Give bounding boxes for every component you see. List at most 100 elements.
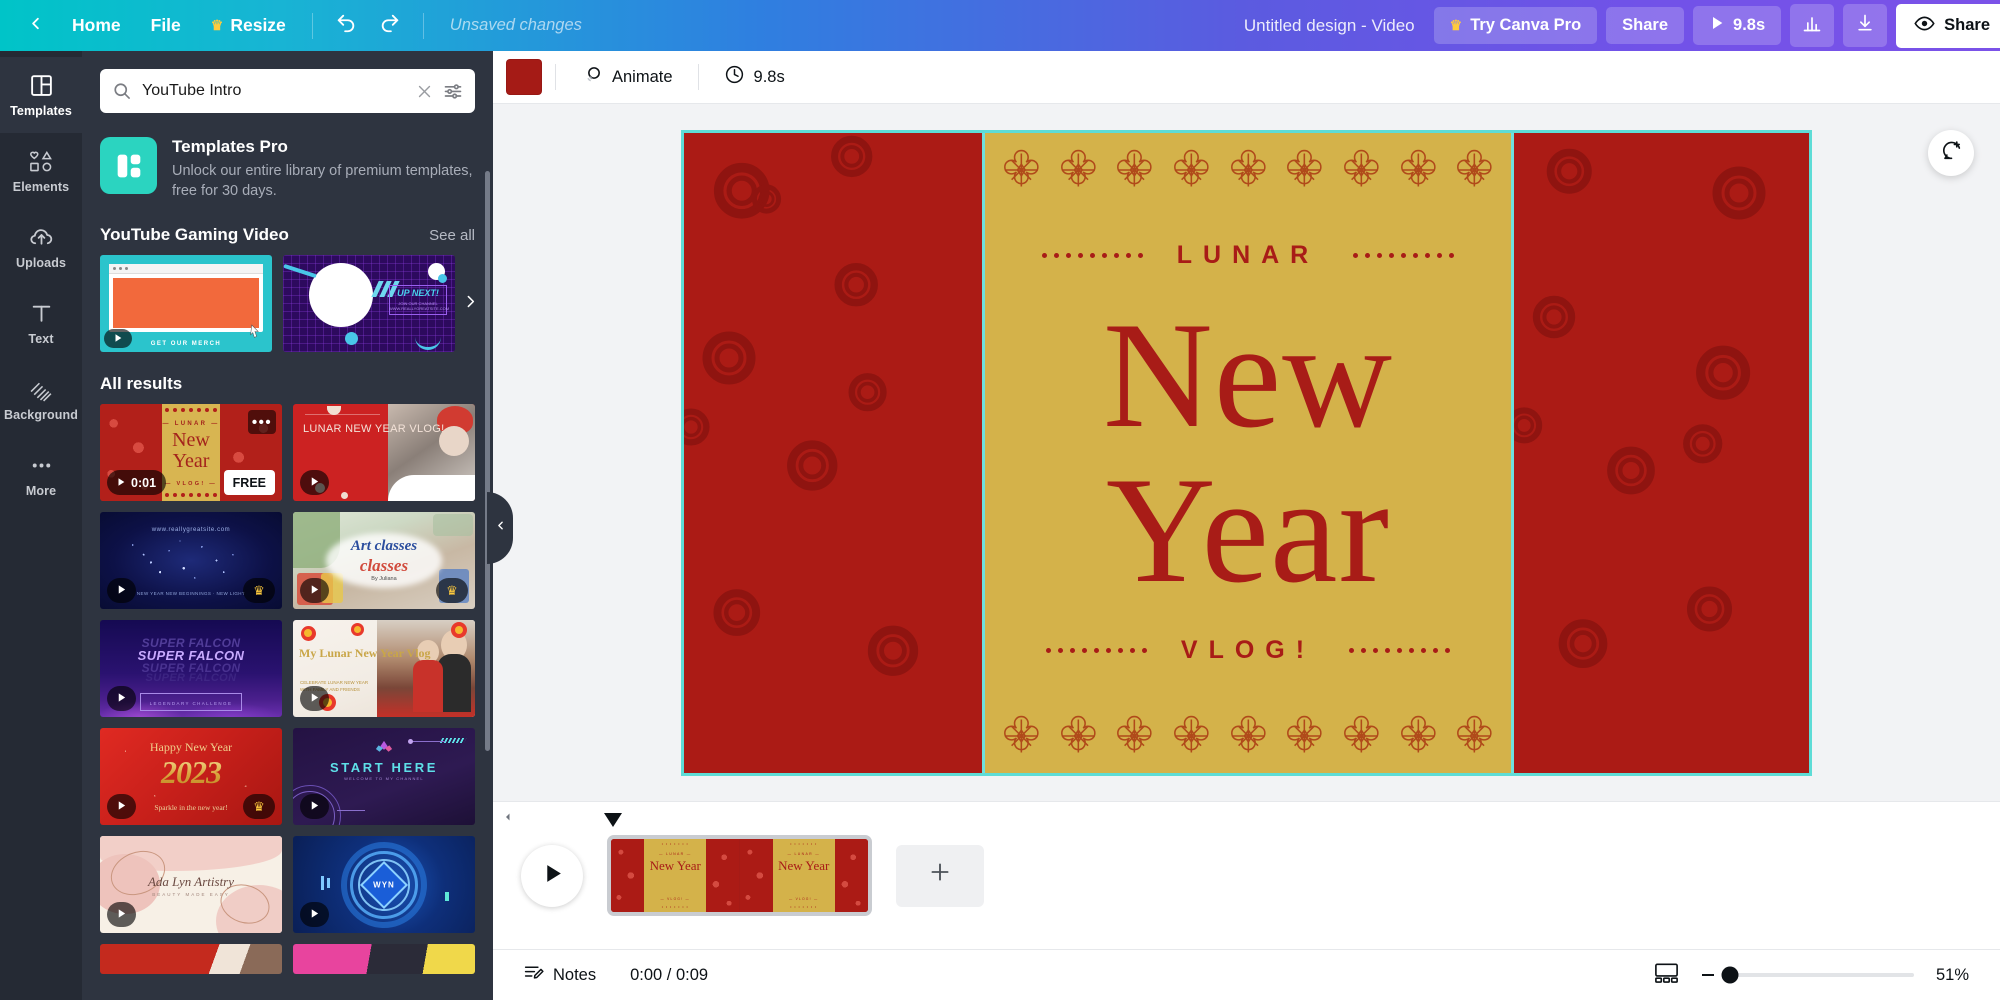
zoom-slider[interactable] [1724,973,1914,977]
home-button[interactable]: Home [58,7,135,44]
back-button[interactable] [14,7,56,45]
toolbar-divider [312,13,313,39]
download-icon [1855,13,1875,38]
sidebar-item-elements[interactable]: Elements [0,133,82,209]
template-card-happy-new-year-2023[interactable]: Happy New Year 2023 Sparkle in the new y… [100,728,282,825]
section-title: YouTube Gaming Video [100,225,289,245]
templates-pro-promo[interactable]: Templates Pro Unlock our entire library … [82,123,493,207]
play-icon [116,584,127,598]
timeline-play-button[interactable] [521,845,583,907]
template-card-super-falcon[interactable]: SUPER FALCON SUPER FALCON SUPER FALCON S… [100,620,282,717]
undo-icon [335,12,357,39]
play-badge [107,578,136,603]
kicker-bottom[interactable]: VLOG! [985,636,1511,665]
template-card-blue-particles[interactable]: www.reallygreatsite.com NEW YEAR NEW BEG… [100,512,282,609]
design-canvas[interactable]: LUNAR New Year VLOG! [684,133,1809,773]
search-box[interactable] [100,69,475,113]
panel-scrollbar[interactable] [485,171,490,751]
design-title-text[interactable]: New Year [985,297,1511,607]
unsaved-status: Unsaved changes [450,16,582,35]
play-duration-button[interactable]: 9.8s [1693,6,1781,45]
notes-label: Notes [553,966,596,985]
firework-svg-left [684,133,982,773]
search-input[interactable] [142,82,406,100]
template-card-partial-red[interactable] [100,944,282,974]
sidebar-item-more[interactable]: More [0,437,82,513]
see-all-link[interactable]: See all [429,227,475,244]
play-badge [104,329,132,348]
minus-icon[interactable] [1702,974,1714,976]
toolbar-divider-2 [423,13,424,39]
zoom-slider-knob[interactable] [1722,967,1739,984]
templates-pro-icon [100,137,157,194]
play-badge [107,902,136,927]
toolbar-divider [555,64,556,90]
design-center-card[interactable]: LUNAR New Year VLOG! [982,133,1514,773]
clear-search-icon[interactable] [416,83,433,100]
redo-button[interactable] [369,7,411,45]
color-swatch-button[interactable] [506,59,542,95]
playhead-marker[interactable] [604,813,622,831]
filter-sliders-icon[interactable] [443,81,463,101]
download-button[interactable] [1843,4,1887,47]
carousel-item-up-next-template[interactable]: UP NEXT! JOIN OUR CHANNELWWW.REALLYGREAT… [283,255,455,352]
template-card-art-classes[interactable]: Art classes classes By Juliana ♛ [293,512,475,609]
animate-button[interactable]: Animate [569,56,685,99]
scene-wrapper: • • • • • • • — LUNAR — New Year — VLOG!… [607,835,872,916]
carousel: GET OUR MERCH UP [82,255,493,352]
uploads-icon [28,225,55,251]
play-icon [309,584,320,598]
grid-view-button[interactable] [1653,962,1680,989]
play-icon [116,908,127,922]
template-card-partial-pink[interactable] [293,944,475,974]
notes-button[interactable]: Notes [515,956,604,994]
design-title[interactable]: Untitled design - Video [1244,16,1415,36]
pro-crown-badge: ♛ [243,578,275,603]
kicker-top[interactable]: LUNAR [985,241,1511,270]
add-scene-button[interactable] [896,845,984,907]
sidebar-item-background[interactable]: Background [0,361,82,437]
present-share-button[interactable]: Share [1896,4,2000,48]
play-badge [107,794,136,819]
template-card-wyn-tech[interactable]: WYN [293,836,475,933]
insights-button[interactable] [1790,4,1834,47]
resize-button[interactable]: ♛ Resize [197,7,300,44]
try-pro-label: Try Canva Pro [1470,16,1581,35]
play-icon [113,332,123,346]
timeline-scene-1[interactable]: • • • • • • • — LUNAR — New Year — VLOG!… [607,835,872,916]
file-menu-button[interactable]: File [137,7,195,44]
carousel-item-browser-template[interactable]: GET OUR MERCH [100,255,272,352]
template-card-ada-lyn-artistry[interactable]: Ada Lyn Artistry BEAUTY MADE EASY [100,836,282,933]
template-text: LUNAR NEW YEAR VLOG! [303,422,445,436]
try-canva-pro-button[interactable]: ♛ Try Canva Pro [1434,7,1598,44]
duration-label: 9.8s [754,68,785,87]
timeline-collapse-button[interactable] [499,808,517,826]
crown-icon: ♛ [1450,17,1463,34]
ornament-icon [1282,147,1327,193]
sidebar-item-uploads[interactable]: Uploads [0,209,82,285]
carousel-next-button[interactable] [457,284,483,324]
template-card-lunar-new-year-gold[interactable]: — LUNAR — NewYear — VLOG! — ••• 0:01 FRE… [100,404,282,501]
share-label: Share [1622,16,1668,35]
elements-icon [28,149,55,175]
share-button[interactable]: Share [1606,7,1684,44]
ornament-icon [1056,713,1101,759]
template-card-lunar-new-year-red[interactable]: LUNAR NEW YEAR VLOG! [293,404,475,501]
template-menu-button[interactable]: ••• [248,410,276,434]
play-icon [309,908,320,922]
template-card-start-here[interactable]: START HERE WELCOME TO MY CHANNEL [293,728,475,825]
add-comment-button[interactable] [1928,130,1974,176]
undo-button[interactable] [325,7,367,45]
duration-button[interactable]: 9.8s [712,56,797,98]
results-grid: — LUNAR — NewYear — VLOG! — ••• 0:01 FRE… [82,404,493,974]
firework-pattern-right [1514,133,1809,773]
left-rail: Templates Elements Uploads Tex [0,51,82,1000]
resize-label: Resize [230,15,285,36]
sidebar-item-text[interactable]: Text [0,285,82,361]
file-label: File [151,15,181,36]
template-card-my-lunar-new-year-vlog[interactable]: My Lunar New Year Vlog CELEBRATE LUNAR N… [293,620,475,717]
ornament-icon [1169,713,1214,759]
zoom-control[interactable] [1702,973,1914,977]
sidebar-item-templates[interactable]: Templates [0,57,82,133]
play-badge [107,686,136,711]
